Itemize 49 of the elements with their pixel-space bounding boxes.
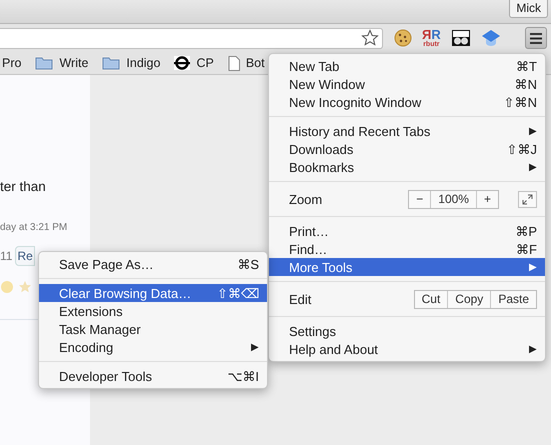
reply-button[interactable]: Re [15,246,35,266]
edit-button[interactable]: Cut [414,290,448,308]
menu-item[interactable]: Clear Browsing Data… ⇧⌘⌫ [39,284,267,302]
bookmark-link[interactable]: Indigo [126,56,160,70]
fullscreen-icon [522,194,533,204]
cookie-icon[interactable] [394,29,412,47]
fullscreen-button[interactable] [518,190,537,208]
bookmark-link[interactable]: CP [196,56,214,70]
zoom-label: Zoom [289,192,324,206]
like-count: 11 [0,249,12,263]
menu-button[interactable] [525,27,547,49]
timestamp: day at 3:21 PM [0,222,68,233]
bookmark-link[interactable]: Pro [2,56,22,70]
menu-item[interactable]: Save Page As… ⌘S [39,255,267,273]
menu-item[interactable]: Find… ⌘F [269,240,545,258]
menu-item[interactable]: Encoding ▶ [39,338,267,356]
folder-icon [102,56,120,70]
zoom-out-button[interactable]: − [409,190,430,208]
menu-item[interactable]: Print… ⌘P [269,222,545,240]
zoom-in-button[interactable]: + [476,190,498,208]
folder-icon [35,56,54,70]
bookmark-link[interactable]: Write [59,56,88,70]
edit-label: Edit [289,292,312,306]
bookmark-link[interactable]: Bot [246,56,265,70]
menu-item[interactable]: Help and About ▶ [269,340,545,358]
menu-item[interactable]: History and Recent Tabs ▶ [269,122,545,140]
menu-item[interactable]: Downloads ⇧⌘J [269,140,545,158]
zoom-level: 100% [430,190,476,208]
glasses-icon[interactable] [450,29,471,47]
menu-item[interactable]: Bookmarks ▶ [269,158,545,176]
menu-item[interactable]: New Incognito Window ⇧⌘N [269,93,545,111]
menu-item[interactable]: New Tab ⌘T [269,57,545,75]
edit-button[interactable]: Paste [490,290,536,308]
star-icon[interactable] [361,29,379,47]
menu-item[interactable]: More Tools ▶ [269,258,545,276]
menu-item[interactable]: Settings [269,322,545,340]
address-field[interactable] [0,28,383,48]
comment-text: ter than [0,179,47,194]
menu-item[interactable]: Task Manager [39,320,267,338]
page-icon [228,56,240,70]
menu-icon [530,32,542,44]
profile-button[interactable]: Mick [509,0,548,18]
menu-item[interactable]: New Window ⌘N [269,75,545,93]
graduation-cap-icon[interactable] [480,29,501,47]
edit-button[interactable]: Copy [447,290,490,308]
menu-item[interactable]: Developer Tools ⌥⌘I [39,367,267,385]
menu-item[interactable]: Extensions [39,302,267,320]
star-icon[interactable] [18,280,32,294]
site-icon [174,56,190,70]
